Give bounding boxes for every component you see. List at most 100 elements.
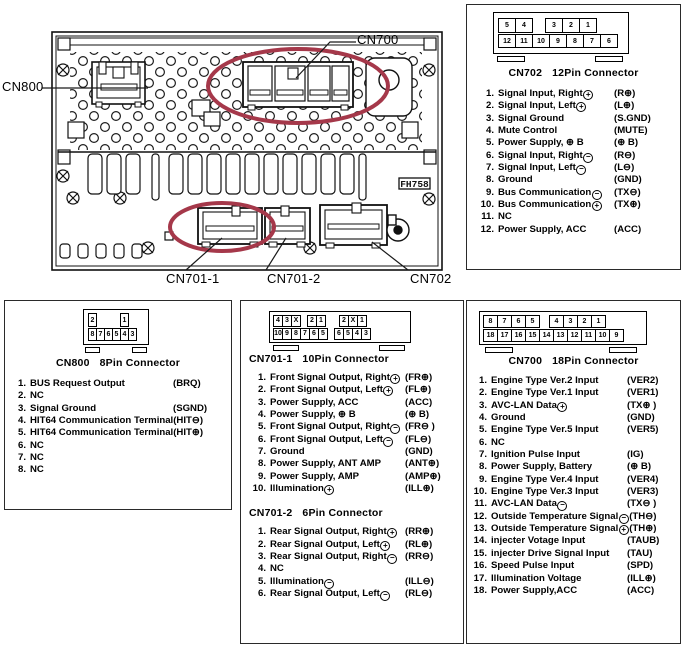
pin-function-name: Ground bbox=[498, 174, 533, 186]
pin-code: (TX⊖) bbox=[614, 186, 641, 198]
connector-foot-right bbox=[132, 347, 147, 353]
pin-row: 2. Signal Input, Left + (L⊕) bbox=[477, 100, 672, 113]
pin-number: 12. bbox=[480, 223, 494, 235]
pin-code: (ILL⊕) bbox=[627, 572, 656, 584]
connector-foot-right bbox=[609, 347, 637, 353]
pin-function-name: NC bbox=[30, 452, 44, 464]
label-cn701-2: CN701-2 bbox=[267, 271, 321, 286]
pin-row: 2. Engine Type Ver.1 Input (VER1) bbox=[470, 387, 675, 399]
pin-number-box: 2 bbox=[562, 18, 580, 33]
pin-row: 4. Power Supply, ⊕ B (⊕ B) bbox=[249, 409, 457, 421]
pin-number: 2. bbox=[478, 387, 487, 399]
pin-number: 1. bbox=[485, 88, 494, 99]
pin-code: (L⊕) bbox=[614, 100, 635, 112]
pin-number: 3. bbox=[257, 551, 266, 563]
pin-function-name: Outside Temperature Signal + bbox=[491, 523, 629, 536]
pin-code: (RR⊕) bbox=[405, 526, 434, 538]
pin-row: 5. Front Signal Output, Right − (FR⊖ ) bbox=[249, 421, 457, 435]
pin-row: 10. Illumination + (ILL⊕) bbox=[249, 483, 457, 496]
pin-row: 12. Outside Temperature Signal − (TH⊖) bbox=[470, 511, 675, 524]
pin-number-box: 7 bbox=[583, 34, 601, 48]
pin-number-box: 14 bbox=[539, 328, 554, 342]
pin-code: (ACC) bbox=[627, 584, 655, 596]
pin-row: 7. NC bbox=[9, 452, 225, 464]
pin-number: 3. bbox=[17, 402, 26, 414]
panel-header-cn800: CN800 8Pin Connector bbox=[5, 357, 231, 369]
pinout-top-row-cn702: 54321 bbox=[498, 18, 624, 33]
pin-code: (AMP⊕) bbox=[405, 470, 441, 482]
pin-code: (GND) bbox=[614, 174, 642, 186]
pin-row: 8. NC bbox=[9, 464, 225, 476]
pin-row: 9. Power Supply, AMP (AMP⊕) bbox=[249, 471, 457, 483]
pin-function-name: Ground bbox=[491, 412, 526, 424]
pin-number: 11. bbox=[481, 211, 494, 223]
pin-code: (⊕ B) bbox=[627, 461, 652, 473]
pin-row: 11. NC bbox=[477, 211, 672, 223]
pin-code: (HIT⊖) bbox=[173, 415, 204, 427]
pin-code: (R⊖) bbox=[614, 149, 636, 161]
panel-header-cn701-2: CN701-2 6Pin Connector bbox=[241, 507, 463, 519]
pin-row: 18. Power Supply,ACC (ACC) bbox=[470, 585, 675, 597]
pin-function-name: Engine Type Ver.2 Input bbox=[491, 375, 599, 386]
pin-code: (TX⊕) bbox=[614, 199, 641, 211]
pin-number-box: 12 bbox=[498, 34, 516, 48]
panel-cn701: 43X212X1 10 9 8 7 6 5 6 5 4 3 CN701-1 10Pin Connec… bbox=[240, 300, 464, 644]
pinout-bottom-row-cn702: 12 11 10 9 8 7 6 bbox=[498, 34, 624, 48]
pin-code: (TAU) bbox=[627, 547, 653, 559]
pin-number-box: 13 bbox=[553, 328, 568, 342]
pin-function-name: AVC-LAN Data − bbox=[491, 498, 627, 512]
pin-number: 11. bbox=[474, 498, 487, 510]
pin-function-name: Signal Input, Left − bbox=[498, 162, 614, 176]
pinout-top-row-cn800: 21 bbox=[88, 313, 144, 327]
pin-code: (GND) bbox=[405, 446, 433, 458]
pin-row: 7. Signal Input, Left − (L⊖) bbox=[477, 162, 672, 176]
pin-number: 5. bbox=[485, 137, 494, 149]
connector-pinout-cn701: 43X212X1 10 9 8 7 6 5 6 5 4 3 bbox=[269, 311, 411, 351]
pin-number: 13. bbox=[473, 523, 487, 535]
pin-row: 2. Front Signal Output, Left + (FL⊕) bbox=[249, 384, 457, 397]
pin-row: 4. Mute Control (MUTE) bbox=[477, 125, 672, 137]
pin-number-box: 6 bbox=[600, 34, 618, 48]
pin-code: (ACC) bbox=[614, 223, 642, 235]
pin-row: 13. Outside Temperature Signal + (TH⊕) bbox=[470, 523, 675, 536]
pin-number-box: 1 bbox=[357, 314, 367, 327]
pinout-bottom-row-cn700: 18 17 16 15 14 13 12 11 10 9 bbox=[483, 328, 643, 342]
pin-row: 6. Rear Signal Output, Left − (RL⊖) bbox=[249, 588, 457, 602]
pin-row: 8. Power Supply, Battery (⊕ B) bbox=[470, 461, 675, 473]
header-connector-name: CN800 bbox=[55, 357, 90, 369]
pin-function-name: NC bbox=[491, 436, 505, 448]
pin-number: 1. bbox=[478, 375, 487, 386]
pin-code: (ACC) bbox=[405, 396, 433, 408]
pin-function-name: Engine Type Ver.3 Input bbox=[491, 486, 599, 498]
header-connector-name: CN700 bbox=[508, 355, 543, 367]
pin-list-cn700: 1. Engine Type Ver.2 Input (VER2) 2. Engine … bbox=[467, 372, 680, 597]
circled-minus-icon: − bbox=[618, 513, 629, 524]
pin-number: 8. bbox=[257, 458, 266, 470]
pinout-bottom-row-cn800: 876543 bbox=[88, 328, 144, 341]
pin-row: 5. Engine Type Ver.5 Input (VER5) bbox=[470, 424, 675, 436]
pin-number: 9. bbox=[257, 470, 266, 482]
pin-number: 4. bbox=[257, 409, 266, 421]
circled-plus-icon: + bbox=[583, 90, 594, 100]
pin-code: (VER2) bbox=[627, 375, 659, 386]
pinout-top-row-cn701: 43X212X1 bbox=[273, 314, 407, 327]
pin-function-name: Power Supply, ACC bbox=[498, 223, 587, 235]
pin-function-name: NC bbox=[30, 464, 44, 476]
pin-number: 6. bbox=[485, 149, 494, 161]
panel-header-cn700: CN700 18Pin Connector bbox=[467, 355, 680, 367]
pin-number: 1. bbox=[257, 372, 266, 383]
pin-row: 4. Ground (GND) bbox=[470, 412, 675, 424]
pin-number: 3. bbox=[257, 396, 266, 408]
connector-foot-left bbox=[497, 56, 525, 62]
pin-number: 7. bbox=[257, 446, 266, 458]
pin-function-name: Signal Input, Right + bbox=[498, 88, 614, 100]
pin-code: (S.GND) bbox=[614, 112, 651, 124]
pin-number: 4. bbox=[478, 412, 487, 424]
pin-number: 5. bbox=[257, 421, 266, 433]
pin-number: 2. bbox=[257, 384, 266, 396]
pin-gap bbox=[532, 18, 546, 33]
pin-number-box: 15 bbox=[525, 328, 540, 342]
pin-code: (FR⊕) bbox=[405, 372, 433, 383]
pin-function-name: Power Supply, ANT AMP bbox=[270, 458, 382, 470]
pin-row: 8. Power Supply, ANT AMP (ANT⊕) bbox=[249, 458, 457, 470]
